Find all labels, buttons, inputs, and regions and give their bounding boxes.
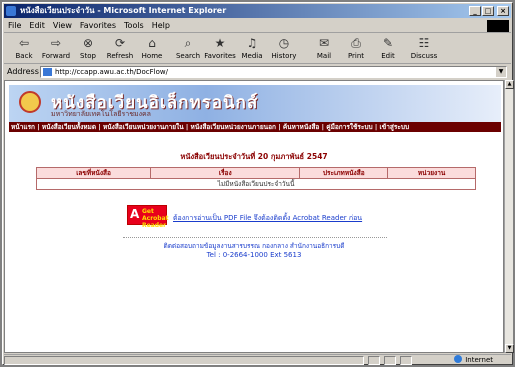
- toolbar-button-label: Edit: [381, 52, 395, 60]
- ie-icon: [6, 6, 16, 16]
- contact-text: ติดต่อสอบถามข้อมูลงานสารบรรณ กองกลาง สำน…: [163, 242, 345, 250]
- status-text-panel: [4, 356, 364, 365]
- back-arrow-icon: ⇦: [18, 36, 30, 50]
- forward-button[interactable]: ⇨ Forward: [40, 36, 72, 60]
- favorites-button[interactable]: ★ Favorites: [204, 36, 236, 60]
- menu-help[interactable]: Help: [148, 19, 174, 33]
- security-zone: Internet: [454, 355, 493, 366]
- site-nav[interactable]: หน้าแรก | หนังสือเวียนทั้งหมด | หนังสือเ…: [9, 122, 501, 132]
- title-bar[interactable]: หนังสือเวียนประจำวัน - Microsoft Interne…: [4, 4, 511, 18]
- edit-icon: ✎: [382, 36, 394, 50]
- acrobat-badge-text: Get Acrobat Reader: [142, 208, 169, 229]
- address-url: http://ccapp.awu.ac.th/DocFlow/: [55, 68, 168, 76]
- address-input[interactable]: http://ccapp.awu.ac.th/DocFlow/ ▼: [40, 66, 507, 78]
- home-button[interactable]: ⌂ Home: [136, 36, 168, 60]
- globe-icon: [454, 355, 463, 363]
- mail-icon: ✉: [318, 36, 330, 50]
- toolbar-button-label: Back: [15, 52, 33, 60]
- scroll-down-icon[interactable]: ▼: [505, 344, 514, 353]
- menu-bar: File Edit View Favorites Tools Help: [4, 19, 511, 33]
- menu-tools[interactable]: Tools: [120, 19, 148, 33]
- refresh-icon: ⟳: [114, 36, 126, 50]
- empty-message: ไม่มีหนังสือเวียนประจำวันนี้: [36, 178, 476, 190]
- toolbar-button-label: Search: [175, 52, 201, 60]
- menu-view[interactable]: View: [49, 19, 76, 33]
- refresh-button[interactable]: ⟳ Refresh: [104, 36, 136, 60]
- table-row: ไม่มีหนังสือเวียนประจำวันนี้: [36, 178, 476, 190]
- history-button[interactable]: ◷ History: [268, 36, 300, 60]
- menu-favorites[interactable]: Favorites: [76, 19, 120, 33]
- address-dropdown-icon[interactable]: ▼: [496, 67, 506, 77]
- toolbar-button-label: Print: [347, 52, 365, 60]
- divider: [123, 237, 387, 238]
- search-icon: ⌕: [184, 36, 192, 50]
- forward-arrow-icon: ⇨: [50, 36, 62, 50]
- col-doc-number: เลขที่หนังสือ: [35, 167, 152, 179]
- university-seal-icon: [19, 91, 41, 113]
- col-department: หน่วยงาน: [387, 167, 476, 179]
- toolbar-button-label: Forward: [41, 52, 71, 60]
- toolbar: ⇦ Back ⇨ Forward ⊗ Stop ⟳ Refresh ⌂ Home ⌕ Search ★ F…: [4, 34, 511, 64]
- toolbar-button-label: History: [271, 52, 297, 60]
- menu-edit[interactable]: Edit: [25, 19, 49, 33]
- discuss-icon: ☷: [418, 36, 430, 50]
- media-button[interactable]: ♫ Media: [236, 36, 268, 60]
- col-subject: เรื่อง: [150, 167, 301, 179]
- status-panel: [368, 356, 380, 365]
- toolbar-button-label: Refresh: [106, 52, 134, 60]
- menu-file[interactable]: File: [4, 19, 25, 33]
- col-type: ประเภทหนังสือ: [299, 167, 389, 179]
- toolbar-button-label: Discuss: [410, 52, 438, 60]
- stop-button[interactable]: ⊗ Stop: [72, 36, 104, 60]
- stop-icon: ⊗: [82, 36, 94, 50]
- address-bar: Address http://ccapp.awu.ac.th/DocFlow/ …: [4, 65, 511, 79]
- acrobat-badge-line1: Get Acrobat: [142, 208, 169, 222]
- circular-table: เลขที่หนังสือ เรื่อง ประเภทหนังสือ หน่วย…: [35, 167, 476, 190]
- print-button[interactable]: ⎙ Print: [340, 36, 372, 60]
- search-button[interactable]: ⌕ Search: [172, 36, 204, 60]
- page-content: หนังสือเวียนอิเล็กทรอนิกส์ มหาวิทยาลัยเท…: [4, 80, 504, 353]
- acrobat-reader-link[interactable]: ต้องการอ่านเป็น PDF File จึงต้องติดตั้ง …: [173, 213, 362, 224]
- close-button[interactable]: ×: [497, 6, 509, 16]
- address-label: Address: [7, 67, 39, 76]
- media-icon: ♫: [246, 36, 258, 50]
- mail-button[interactable]: ✉ Mail: [308, 36, 340, 60]
- site-banner: หนังสือเวียนอิเล็กทรอนิกส์ มหาวิทยาลัยเท…: [9, 85, 501, 122]
- banner-subtitle: มหาวิทยาลัยเทคโนโลยีราชมงคล: [51, 110, 151, 118]
- page-icon: [43, 68, 52, 76]
- home-icon: ⌂: [148, 36, 156, 50]
- window-title: หนังสือเวียนประจำวัน - Microsoft Interne…: [20, 6, 227, 15]
- discuss-button[interactable]: ☷ Discuss: [408, 36, 440, 60]
- telephone-text: Tel : 0-2664-1000 Ext 5613: [206, 251, 302, 259]
- windows-logo-icon: [487, 20, 509, 32]
- edit-button[interactable]: ✎ Edit: [372, 36, 404, 60]
- acrobat-badge-line2: Reader: [142, 222, 167, 229]
- vertical-scrollbar[interactable]: ▲ ▼: [504, 80, 514, 353]
- toolbar-button-label: Stop: [80, 52, 96, 60]
- status-bar: Internet: [4, 354, 511, 365]
- minimize-button[interactable]: _: [469, 6, 481, 16]
- zone-label: Internet: [465, 356, 493, 364]
- table-header-row: เลขที่หนังสือ เรื่อง ประเภทหนังสือ หน่วย…: [35, 167, 476, 179]
- acrobat-logo-icon: A: [130, 207, 140, 221]
- page-title: หนังสือเวียนประจำวันที่ 20 กุมภาพันธ์ 25…: [180, 152, 328, 161]
- history-icon: ◷: [278, 36, 290, 50]
- toolbar-button-label: Home: [141, 52, 163, 60]
- status-panel: [384, 356, 396, 365]
- back-button[interactable]: ⇦ Back: [8, 36, 40, 60]
- status-panel: [400, 356, 412, 365]
- toolbar-button-label: Mail: [316, 52, 332, 60]
- acrobat-badge-button[interactable]: A Get Acrobat Reader: [127, 205, 169, 229]
- print-icon: ⎙: [351, 36, 361, 50]
- scroll-up-icon[interactable]: ▲: [505, 80, 514, 89]
- toolbar-button-label: Favorites: [204, 52, 236, 60]
- toolbar-button-label: Media: [241, 52, 263, 60]
- favorites-icon: ★: [214, 36, 226, 50]
- maximize-button[interactable]: □: [482, 6, 494, 16]
- browser-window: หนังสือเวียนประจำวัน - Microsoft Interne…: [2, 2, 514, 365]
